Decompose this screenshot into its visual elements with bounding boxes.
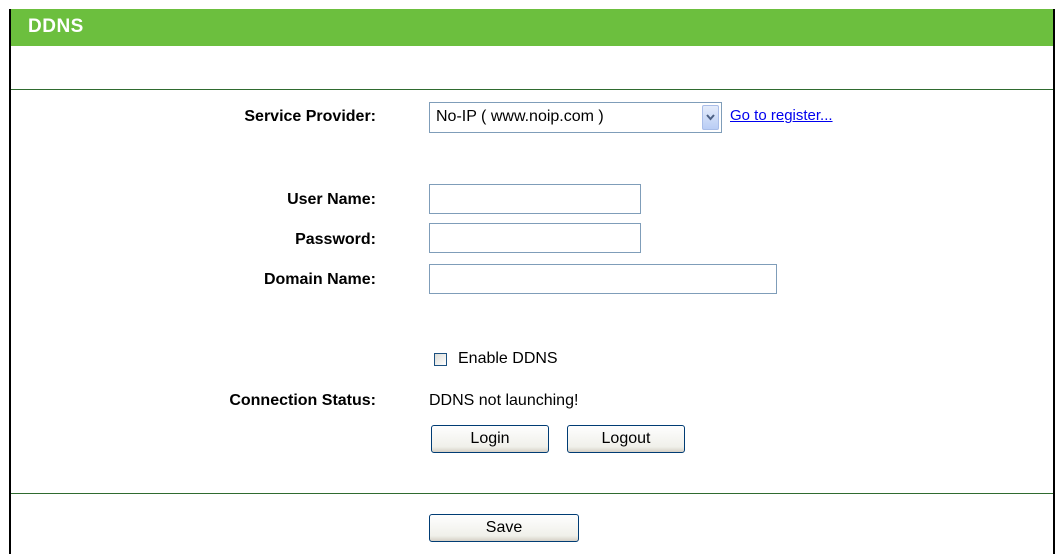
page-title: DDNS [28,16,84,37]
password-label: Password: [295,231,376,248]
panel-header: DDNS [11,9,1053,46]
chevron-down-icon[interactable] [702,105,719,130]
password-input[interactable] [429,223,641,253]
ddns-panel: DDNS Service Provider: No-IP ( www.noip.… [9,9,1055,554]
service-provider-select[interactable]: No-IP ( www.noip.com ) [429,102,722,133]
connection-status-value: DDNS not launching! [429,392,579,409]
logout-button[interactable]: Logout [567,425,685,453]
domain-name-label: Domain Name: [263,271,376,288]
divider-bottom [11,493,1053,494]
domain-name-input[interactable] [429,264,777,294]
service-provider-value: No-IP ( www.noip.com ) [436,108,604,125]
username-input[interactable] [429,184,641,214]
go-to-register-link[interactable]: Go to register... [730,107,833,124]
enable-ddns-label: Enable DDNS [458,350,558,367]
divider-top [11,89,1053,90]
service-provider-label: Service Provider: [244,108,376,125]
save-button[interactable]: Save [429,514,579,542]
username-label: User Name: [287,191,376,208]
enable-ddns-checkbox[interactable] [434,353,447,366]
connection-status-label: Connection Status: [229,392,376,409]
login-button[interactable]: Login [431,425,549,453]
